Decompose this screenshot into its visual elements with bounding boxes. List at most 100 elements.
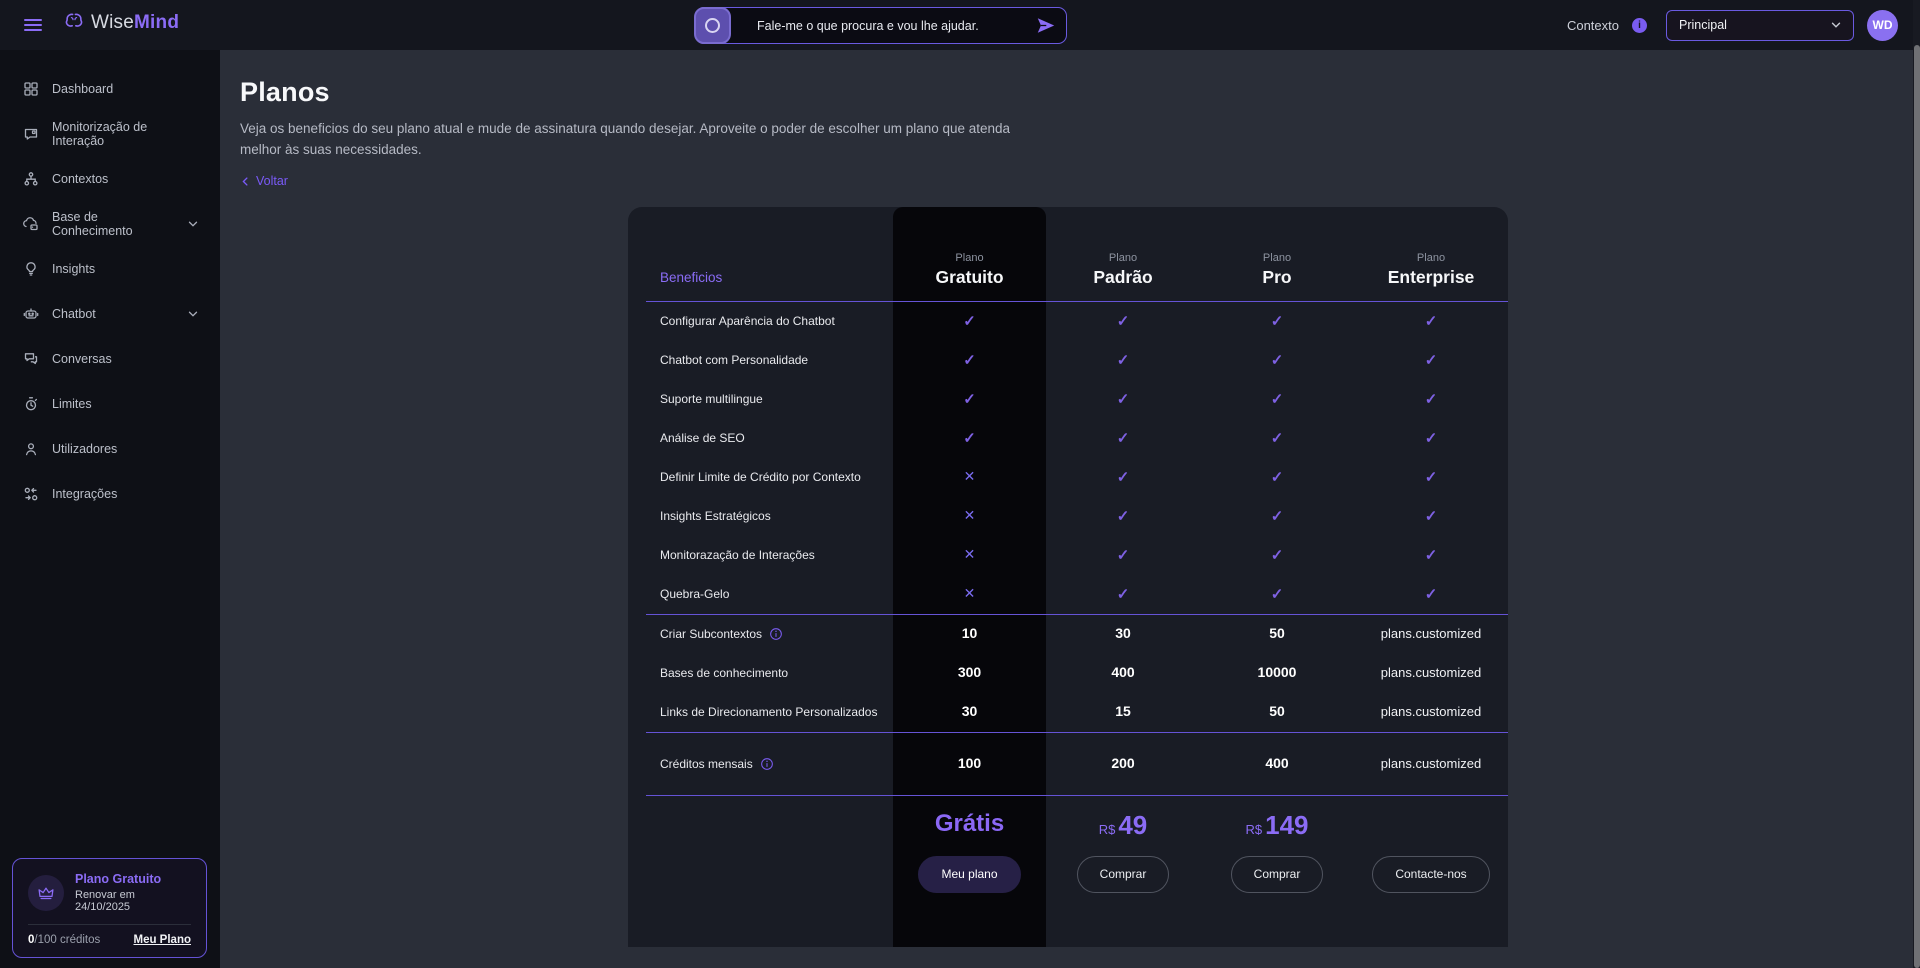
- info-icon[interactable]: [760, 757, 774, 771]
- limit-row-creditos-mensais: Créditos mensais100200400plans.customize…: [628, 733, 1508, 795]
- sidebar-item-dashboard[interactable]: Dashboard: [0, 66, 220, 111]
- context-select[interactable]: Principal: [1666, 10, 1854, 41]
- row-label: Suporte multilingue: [628, 392, 893, 406]
- table-header-row: BeneficiosPlanoGratuitoPlanoPadrãoPlanoP…: [628, 207, 1508, 301]
- hamburger-menu-icon[interactable]: [22, 14, 44, 36]
- comprar-button-padrao[interactable]: Comprar: [1077, 856, 1170, 893]
- user-avatar[interactable]: WD: [1867, 10, 1898, 41]
- bulb-icon: [22, 260, 39, 277]
- context-info-icon[interactable]: i: [1632, 18, 1647, 33]
- plan-name-label: Pro: [1200, 267, 1354, 288]
- plan-price-row: GrátisR$49R$149: [628, 796, 1508, 848]
- send-icon[interactable]: [1028, 8, 1062, 43]
- sidebar-item-label: Chatbot: [52, 307, 96, 321]
- row-label-text: Definir Limite de Crédito por Contexto: [660, 470, 861, 484]
- limit-value: plans.customized: [1381, 756, 1481, 771]
- sidebar-item-label: Utilizadores: [52, 442, 117, 456]
- chevron-down-icon: [1829, 18, 1843, 32]
- price-label: R$149: [1245, 821, 1308, 838]
- my-plan-link[interactable]: Meu Plano: [133, 934, 191, 946]
- sidebar-item-conversas[interactable]: Conversas: [0, 336, 220, 381]
- row-label-text: Criar Subcontextos: [660, 627, 762, 641]
- check-icon: ✓: [1271, 547, 1284, 564]
- limit-row-bases-de-conhecimento: Bases de conhecimento30040010000plans.cu…: [628, 654, 1508, 693]
- feature-cell: ✕: [893, 507, 1046, 525]
- limit-cell: 10: [893, 625, 1046, 643]
- feature-row-definir-limite-de-credito-por-contexto: Definir Limite de Crédito por Contexto✕✓…: [628, 458, 1508, 497]
- limit-value: 300: [958, 664, 981, 680]
- assistant-search-bar[interactable]: [695, 7, 1067, 44]
- assistant-search-input[interactable]: [731, 19, 1028, 33]
- sidebar-item-label: Base de Conhecimento: [52, 210, 173, 238]
- row-label: Chatbot com Personalidade: [628, 353, 893, 367]
- context-select-value: Principal: [1679, 18, 1727, 32]
- limit-cell: 15: [1046, 703, 1200, 721]
- limit-value: 100: [958, 755, 981, 771]
- comprar-button-pro[interactable]: Comprar: [1231, 856, 1324, 893]
- sidebar-item-insights[interactable]: Insights: [0, 246, 220, 291]
- feature-row-configurar-aparencia-do-chatbot: Configurar Aparência do Chatbot✓✓✓✓: [628, 302, 1508, 341]
- sidebar-item-integracoes[interactable]: Integrações: [0, 471, 220, 516]
- sidebar-item-label: Limites: [52, 397, 92, 411]
- row-label: Quebra-Gelo: [628, 587, 893, 601]
- chevron-left-icon: [240, 176, 251, 187]
- feature-cell: ✓: [1046, 468, 1200, 487]
- sidebar-item-label: Dashboard: [52, 82, 113, 96]
- app-logo[interactable]: WiseMind: [62, 11, 179, 35]
- feature-cell: ✓: [1046, 507, 1200, 526]
- check-icon: ✓: [1271, 313, 1284, 330]
- plan-header-enterprise: PlanoEnterprise: [1354, 252, 1508, 301]
- feature-cell: ✓: [1046, 312, 1200, 331]
- contacte-nos-button-enterprise[interactable]: Contacte-nos: [1372, 856, 1489, 893]
- check-icon: ✓: [963, 430, 976, 447]
- limit-value: 400: [1111, 664, 1134, 680]
- check-icon: ✓: [1425, 508, 1438, 525]
- meu-plano-button-gratuito[interactable]: Meu plano: [918, 856, 1020, 893]
- check-icon: ✓: [1425, 547, 1438, 564]
- check-icon: ✓: [1425, 391, 1438, 408]
- back-link[interactable]: Voltar: [240, 174, 288, 188]
- check-icon: ✓: [1117, 313, 1130, 330]
- sidebar-item-chatbot[interactable]: Chatbot: [0, 291, 220, 336]
- page-title: Planos: [240, 77, 1920, 108]
- scrollbar-thumb[interactable]: [1914, 45, 1920, 968]
- topbar-right: Contexto i Principal WD: [1567, 0, 1898, 50]
- limit-value: 15: [1115, 703, 1131, 719]
- info-icon[interactable]: [769, 627, 783, 641]
- page-scrollbar[interactable]: [1913, 0, 1920, 968]
- crown-icon: [28, 875, 64, 911]
- row-label: Insights Estratégicos: [628, 509, 893, 523]
- price-label: R$49: [1099, 821, 1148, 838]
- sidebar-item-utilizadores[interactable]: Utilizadores: [0, 426, 220, 471]
- page-description: Veja os beneficios do seu plano atual e …: [240, 118, 1052, 160]
- limit-cell: plans.customized: [1354, 755, 1508, 773]
- benefits-header: Beneficios: [628, 270, 893, 301]
- row-label-text: Bases de conhecimento: [660, 666, 788, 680]
- feature-cell: ✓: [1354, 507, 1508, 526]
- limit-cell: 30: [1046, 625, 1200, 643]
- check-icon: ✓: [1271, 586, 1284, 603]
- row-label: Créditos mensais: [628, 757, 893, 771]
- sidebar-item-monitorizacao-de-interacao[interactable]: Monitorização de Interação: [0, 111, 220, 156]
- row-label: Configurar Aparência do Chatbot: [628, 314, 893, 328]
- x-icon: ✕: [964, 585, 976, 601]
- row-label-text: Suporte multilingue: [660, 392, 763, 406]
- feature-row-insights-estrategicos: Insights Estratégicos✕✓✓✓: [628, 497, 1508, 536]
- feature-cell: ✓: [1046, 390, 1200, 409]
- check-icon: ✓: [1271, 391, 1284, 408]
- row-label: Links de Direcionamento Personalizados: [628, 705, 893, 719]
- sidebar-item-base-de-conhecimento[interactable]: Base de Conhecimento: [0, 201, 220, 246]
- plan-card-divider: [28, 924, 191, 925]
- chat-monitor-icon: [22, 125, 39, 142]
- main-content: Planos Veja os beneficios do seu plano a…: [220, 50, 1920, 968]
- sidebar-item-limites[interactable]: Limites: [0, 381, 220, 426]
- sidebar-item-label: Contextos: [52, 172, 108, 186]
- row-label: Monitorazação de Interações: [628, 548, 893, 562]
- user-icon: [22, 440, 39, 457]
- feature-row-analise-de-seo: Análise de SEO✓✓✓✓: [628, 419, 1508, 458]
- context-label: Contexto: [1567, 18, 1619, 33]
- topbar: WiseMind Contexto i Principal WD: [0, 0, 1920, 50]
- sidebar-item-contextos[interactable]: Contextos: [0, 156, 220, 201]
- plan-card: Plano Gratuito Renovar em 24/10/2025 0/1…: [12, 858, 207, 958]
- row-label-text: Créditos mensais: [660, 757, 753, 771]
